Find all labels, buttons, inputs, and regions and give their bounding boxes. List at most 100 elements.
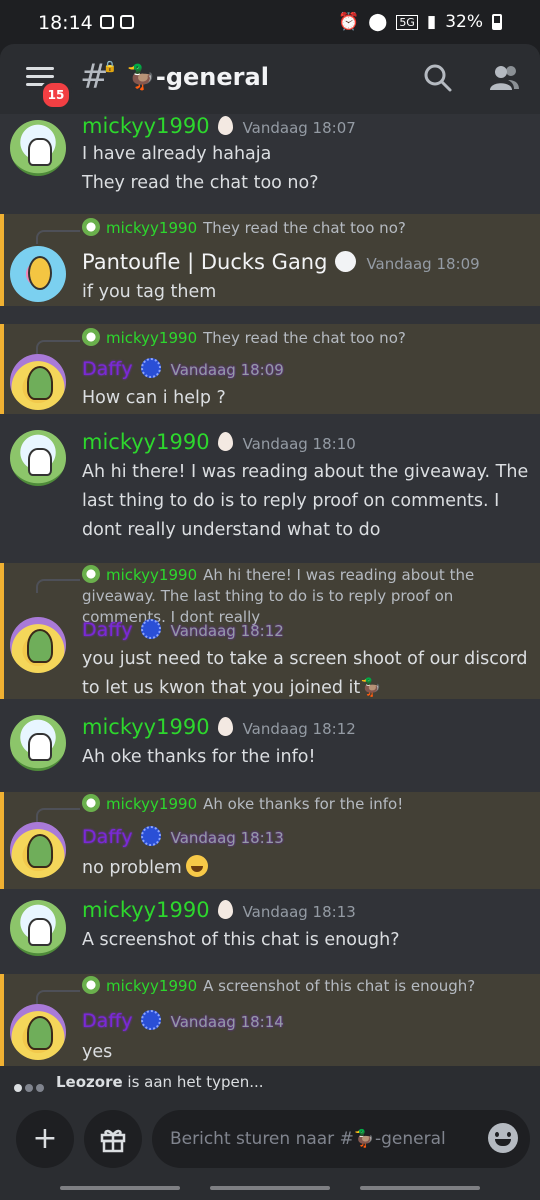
message-text: Ah hi there! I was reading about the giv…	[82, 462, 529, 540]
avatar[interactable]	[10, 246, 66, 302]
location-icon: ⬤	[368, 12, 388, 32]
network-type: 5G	[396, 14, 418, 30]
emoji-picker-icon[interactable]	[488, 1123, 518, 1153]
smile-emoji-icon	[185, 855, 208, 877]
composer: + Bericht sturen naar #🦆-general	[0, 1098, 540, 1200]
role-icon	[140, 619, 161, 639]
typing-text: is aan het typen...	[122, 1073, 264, 1091]
message-text: A screenshot of this chat is enough?	[82, 930, 400, 950]
role-icon	[140, 358, 161, 378]
egg-icon	[217, 717, 233, 736]
nav-gesture-bar	[210, 1186, 330, 1190]
reply-avatar	[82, 976, 100, 994]
reply-preview[interactable]: mickyy1990 They read the chat too no?	[82, 328, 530, 349]
avatar[interactable]	[10, 354, 66, 410]
message-text: Ah oke thanks for the info!	[82, 747, 316, 767]
notification-icon	[100, 15, 114, 29]
author-name[interactable]: Daffy	[82, 826, 133, 848]
message[interactable]: mickyy1990 They read the chat too no? Pan…	[0, 214, 540, 306]
typing-dots-icon	[14, 1078, 47, 1096]
signal-icon: ▮	[426, 12, 437, 32]
gift-button[interactable]	[84, 1110, 142, 1168]
typing-indicator: Leozore is aan het typen...	[0, 1066, 540, 1098]
reply-author: mickyy1990	[106, 977, 198, 995]
timestamp: Vandaag 18:13	[170, 829, 284, 847]
reply-text: They read the chat too no?	[203, 219, 406, 237]
reply-author: mickyy1990	[106, 795, 198, 813]
message[interactable]: mickyy1990 Ah oke thanks for the info! Da…	[0, 792, 540, 889]
message-text: no problem	[82, 858, 182, 878]
lock-icon: 🔒	[103, 60, 117, 73]
avatar[interactable]	[10, 822, 66, 878]
egg-icon	[217, 432, 233, 451]
egg-icon	[217, 900, 233, 919]
reply-text: They read the chat too no?	[203, 329, 406, 347]
avatar[interactable]	[10, 617, 66, 673]
message-text: How can i help ?	[82, 388, 226, 408]
author-name[interactable]: mickyy1990	[82, 114, 210, 138]
author-name[interactable]: Pantoufle | Ducks Gang	[82, 250, 327, 274]
avatar[interactable]	[10, 900, 66, 956]
timestamp: Vandaag 18:07	[242, 119, 356, 137]
nav-gesture-bar	[60, 1186, 180, 1190]
nav-gesture-bar	[360, 1186, 480, 1190]
message[interactable]: mickyy1990 Vandaag 18:07 I have already h…	[0, 114, 540, 212]
author-name[interactable]: mickyy1990	[82, 715, 210, 739]
egg-icon	[217, 116, 233, 135]
add-attachment-button[interactable]: +	[16, 1110, 74, 1168]
author-name[interactable]: mickyy1990	[82, 898, 210, 922]
channel-title[interactable]: 🦆-general	[126, 63, 269, 91]
timestamp: Vandaag 18:12	[170, 622, 284, 640]
gift-icon	[100, 1129, 126, 1153]
message-input-placeholder: Bericht sturen naar #🦆-general	[170, 1129, 446, 1149]
message-text: if you tag them	[82, 282, 217, 302]
message[interactable]: mickyy1990 Vandaag 18:12 Ah oke thanks fo…	[0, 709, 540, 785]
members-icon[interactable]	[488, 62, 520, 94]
reply-author: mickyy1990	[106, 566, 198, 584]
alarm-icon: ⏰	[338, 12, 360, 32]
message[interactable]: mickyy1990 Ah hi there! I was reading abo…	[0, 563, 540, 699]
author-name[interactable]: Daffy	[82, 619, 133, 641]
author-name[interactable]: Daffy	[82, 1010, 133, 1032]
search-icon[interactable]	[422, 62, 454, 94]
typing-user: Leozore	[56, 1073, 123, 1091]
role-icon	[140, 1010, 161, 1030]
moon-icon	[335, 251, 357, 272]
status-time: 18:14	[38, 12, 93, 34]
role-icon	[140, 826, 161, 846]
timestamp: Vandaag 18:09	[366, 255, 480, 273]
timestamp: Vandaag 18:09	[170, 361, 284, 379]
avatar[interactable]	[10, 430, 66, 486]
check-icon	[120, 15, 134, 29]
status-bar: 18:14 ⏰ ⬤ 5G ▮ 32%	[0, 0, 540, 44]
message[interactable]: mickyy1990 Vandaag 18:10 Ah hi there! I w…	[0, 424, 540, 559]
reply-preview[interactable]: mickyy1990 A screenshot of this chat is e…	[82, 976, 530, 997]
reply-avatar	[82, 328, 100, 346]
message[interactable]: mickyy1990 Vandaag 18:13 A screenshot of …	[0, 894, 540, 970]
timestamp: Vandaag 18:13	[242, 903, 356, 921]
timestamp: Vandaag 18:14	[170, 1013, 284, 1031]
message-text: yes	[82, 1042, 113, 1062]
channel-header: 15 # 🔒 🦆-general	[0, 44, 540, 114]
avatar[interactable]	[10, 715, 66, 771]
avatar[interactable]	[10, 1004, 66, 1060]
message-text: They read the chat too no?	[82, 173, 319, 193]
reply-author: mickyy1990	[106, 329, 198, 347]
reply-avatar	[82, 794, 100, 812]
message[interactable]: mickyy1990 A screenshot of this chat is e…	[0, 974, 540, 1066]
author-name[interactable]: mickyy1990	[82, 430, 210, 454]
timestamp: Vandaag 18:10	[242, 435, 356, 453]
message-input[interactable]: Bericht sturen naar #🦆-general	[152, 1110, 530, 1168]
reply-text: A screenshot of this chat is enough?	[203, 977, 476, 995]
author-name[interactable]: Daffy	[82, 358, 133, 380]
message-list[interactable]: mickyy1990 Vandaag 18:07 I have already h…	[0, 114, 540, 1066]
message-text: you just need to take a screen shoot of …	[82, 649, 528, 698]
reply-avatar	[82, 565, 100, 583]
message-text: I have already hahaja	[82, 144, 272, 164]
reply-preview[interactable]: mickyy1990 Ah oke thanks for the info!	[82, 794, 530, 815]
timestamp: Vandaag 18:12	[242, 720, 356, 738]
reply-preview[interactable]: mickyy1990 They read the chat too no?	[82, 218, 530, 239]
message[interactable]: mickyy1990 They read the chat too no? Daf…	[0, 324, 540, 414]
reply-text: Ah oke thanks for the info!	[203, 795, 404, 813]
avatar[interactable]	[10, 120, 66, 176]
